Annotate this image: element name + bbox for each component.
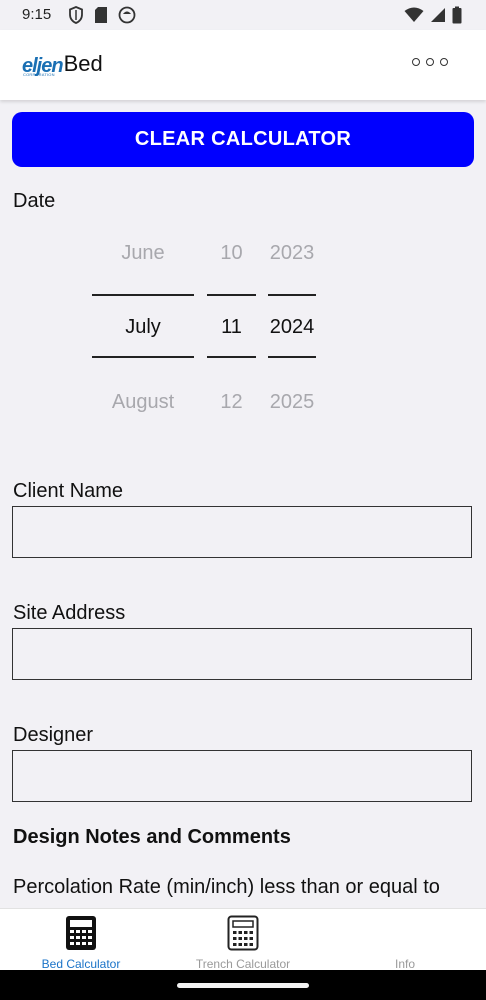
year-divider-bottom [268, 356, 316, 358]
year-divider-top [268, 294, 316, 296]
day-divider-bottom [207, 356, 256, 358]
site-address-input[interactable] [12, 628, 472, 680]
nav-trench-calculator[interactable]: Trench Calculator [162, 909, 324, 971]
wifi-icon [404, 7, 424, 22]
year-next[interactable]: 2025 [268, 391, 316, 414]
design-notes-title: Design Notes and Comments [13, 826, 291, 848]
status-time: 9:15 [22, 6, 52, 23]
nav-info[interactable]: Info [324, 909, 486, 971]
status-icons-left [68, 6, 136, 24]
clear-calculator-button[interactable]: CLEAR CALCULATOR [12, 112, 474, 167]
nav-trench-calculator-label: Trench Calculator [195, 957, 291, 971]
day-divider-top [207, 294, 256, 296]
bottom-nav: Bed Calculator Trench Calculator Info [0, 908, 486, 971]
system-gesture-bar [0, 970, 486, 1000]
client-name-input[interactable] [12, 506, 472, 558]
designer-label: Designer [13, 724, 94, 746]
logo-subtext: CORPORATION [23, 72, 55, 77]
app-title: Bed [63, 51, 103, 76]
nav-bed-calculator[interactable]: Bed Calculator [0, 909, 162, 971]
app-circle-icon [118, 6, 136, 24]
date-label: Date [13, 190, 56, 212]
designer-input[interactable] [12, 750, 472, 802]
shield-icon [69, 6, 83, 24]
day-next[interactable]: 12 [207, 391, 256, 414]
home-gesture-handle[interactable] [177, 983, 309, 988]
year-prev[interactable]: 2023 [268, 242, 316, 265]
status-bar: 9:15 [0, 0, 486, 30]
status-icons-right [404, 6, 462, 24]
nav-info-label: Info [394, 957, 415, 971]
month-next[interactable]: August [92, 391, 194, 414]
month-selected[interactable]: July [92, 316, 194, 339]
site-address-label: Site Address [13, 602, 126, 624]
sd-card-icon [95, 7, 107, 23]
calculator-outline-icon [227, 915, 259, 951]
month-divider-bottom [92, 356, 194, 358]
month-prev[interactable]: June [92, 242, 194, 265]
signal-icon [431, 8, 445, 22]
percolation-rate-label: Percolation Rate (min/inch) less than or… [13, 876, 440, 898]
month-divider-top [92, 294, 194, 296]
battery-icon [452, 6, 462, 24]
year-selected[interactable]: 2024 [268, 316, 316, 339]
app-logo: eljen Bed CORPORATION [22, 51, 103, 78]
calculator-icon [66, 916, 96, 950]
client-name-label: Client Name [13, 480, 124, 502]
day-selected[interactable]: 11 [207, 316, 256, 339]
day-prev[interactable]: 10 [207, 242, 256, 265]
nav-bed-calculator-label: Bed Calculator [41, 957, 121, 971]
more-horizontal-icon[interactable] [412, 58, 448, 66]
